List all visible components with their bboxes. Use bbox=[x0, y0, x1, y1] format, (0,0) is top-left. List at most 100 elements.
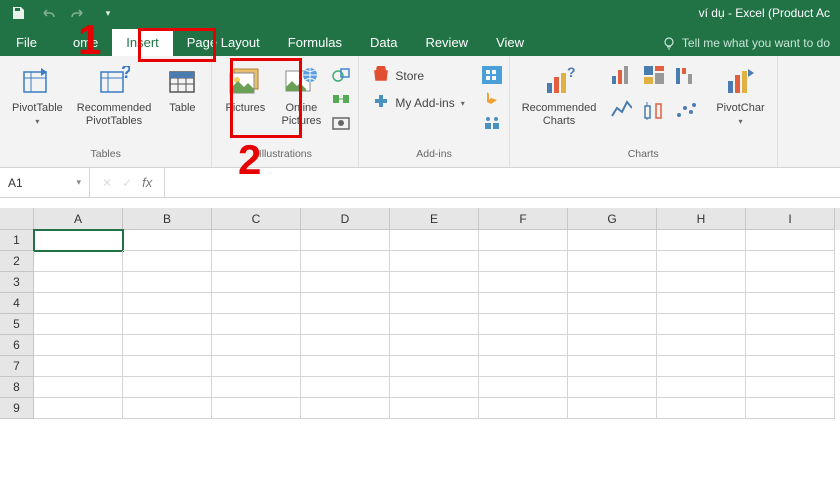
smartart-icon[interactable] bbox=[330, 88, 352, 110]
cell[interactable] bbox=[657, 293, 746, 314]
cell[interactable] bbox=[34, 251, 123, 272]
my-addins-button[interactable]: My Add-ins ▾ bbox=[373, 93, 464, 112]
cell[interactable] bbox=[301, 314, 390, 335]
cell[interactable] bbox=[746, 272, 835, 293]
cell[interactable] bbox=[479, 377, 568, 398]
bing-maps-icon[interactable] bbox=[481, 64, 503, 86]
row-header[interactable]: 2 bbox=[0, 251, 34, 272]
cell[interactable] bbox=[212, 272, 301, 293]
scatter-chart-icon[interactable] bbox=[674, 100, 696, 122]
cell[interactable] bbox=[212, 293, 301, 314]
cell[interactable] bbox=[568, 251, 657, 272]
formula-input[interactable] bbox=[165, 168, 840, 197]
name-box[interactable]: A1 ▾ bbox=[0, 168, 90, 197]
cell[interactable] bbox=[301, 356, 390, 377]
cell[interactable] bbox=[479, 335, 568, 356]
cell[interactable] bbox=[34, 335, 123, 356]
recommended-pivottables-button[interactable]: ? Recommended PivotTables bbox=[71, 60, 158, 132]
save-icon[interactable] bbox=[10, 5, 26, 21]
cell[interactable] bbox=[568, 314, 657, 335]
column-header[interactable]: E bbox=[390, 208, 479, 230]
column-header[interactable]: C bbox=[212, 208, 301, 230]
cell[interactable] bbox=[212, 314, 301, 335]
cell[interactable] bbox=[479, 398, 568, 419]
row-header[interactable]: 9 bbox=[0, 398, 34, 419]
cell[interactable] bbox=[301, 398, 390, 419]
cell[interactable] bbox=[568, 377, 657, 398]
cell[interactable] bbox=[390, 398, 479, 419]
tab-formulas[interactable]: Formulas bbox=[274, 29, 356, 56]
cell[interactable] bbox=[657, 398, 746, 419]
cell[interactable] bbox=[123, 293, 212, 314]
cell[interactable] bbox=[746, 293, 835, 314]
hierarchy-chart-icon[interactable] bbox=[642, 64, 664, 86]
cell[interactable] bbox=[746, 251, 835, 272]
recommended-charts-button[interactable]: ? Recommended Charts bbox=[516, 60, 603, 132]
people-graph-icon[interactable] bbox=[481, 112, 503, 134]
cell[interactable] bbox=[390, 377, 479, 398]
qat-customize-icon[interactable]: ▾ bbox=[100, 5, 116, 21]
cell[interactable] bbox=[301, 377, 390, 398]
cell[interactable] bbox=[568, 293, 657, 314]
cell[interactable] bbox=[568, 356, 657, 377]
column-header[interactable]: H bbox=[657, 208, 746, 230]
cell[interactable] bbox=[212, 335, 301, 356]
tab-data[interactable]: Data bbox=[356, 29, 411, 56]
cell[interactable] bbox=[390, 356, 479, 377]
cell[interactable] bbox=[657, 335, 746, 356]
cell[interactable] bbox=[212, 230, 301, 251]
cell[interactable] bbox=[657, 314, 746, 335]
cell[interactable] bbox=[123, 398, 212, 419]
cell[interactable] bbox=[657, 230, 746, 251]
cell[interactable] bbox=[568, 272, 657, 293]
row-header[interactable]: 6 bbox=[0, 335, 34, 356]
cell[interactable] bbox=[657, 251, 746, 272]
cell[interactable] bbox=[212, 356, 301, 377]
cell[interactable] bbox=[123, 251, 212, 272]
cell[interactable] bbox=[568, 398, 657, 419]
cell[interactable] bbox=[390, 335, 479, 356]
cell[interactable] bbox=[123, 335, 212, 356]
cell[interactable] bbox=[123, 314, 212, 335]
table-button[interactable]: Table bbox=[159, 60, 205, 119]
cell[interactable] bbox=[479, 293, 568, 314]
cell[interactable] bbox=[657, 272, 746, 293]
cell[interactable] bbox=[34, 356, 123, 377]
cell[interactable] bbox=[301, 293, 390, 314]
undo-icon[interactable] bbox=[40, 5, 56, 21]
row-header[interactable]: 1 bbox=[0, 230, 34, 251]
cell[interactable] bbox=[212, 251, 301, 272]
column-header[interactable]: B bbox=[123, 208, 212, 230]
cell[interactable] bbox=[34, 314, 123, 335]
cell[interactable] bbox=[390, 314, 479, 335]
cell[interactable] bbox=[746, 230, 835, 251]
cell[interactable] bbox=[746, 314, 835, 335]
tab-view[interactable]: View bbox=[482, 29, 538, 56]
cell[interactable] bbox=[568, 335, 657, 356]
cell[interactable] bbox=[657, 356, 746, 377]
cell[interactable] bbox=[212, 377, 301, 398]
screenshot-icon[interactable] bbox=[330, 112, 352, 134]
row-header[interactable]: 3 bbox=[0, 272, 34, 293]
column-chart-icon[interactable] bbox=[610, 64, 632, 86]
enter-icon[interactable]: ✓ bbox=[122, 176, 132, 190]
cell[interactable] bbox=[301, 335, 390, 356]
store-button[interactable]: Store bbox=[373, 66, 464, 85]
cell[interactable] bbox=[746, 356, 835, 377]
cell[interactable] bbox=[746, 398, 835, 419]
cell[interactable] bbox=[390, 251, 479, 272]
cell[interactable] bbox=[34, 230, 123, 251]
tab-file[interactable]: File bbox=[0, 29, 53, 56]
column-header[interactable]: F bbox=[479, 208, 568, 230]
cell[interactable] bbox=[479, 251, 568, 272]
pivottable-button[interactable]: PivotTable ▾ bbox=[6, 60, 69, 131]
column-header[interactable]: D bbox=[301, 208, 390, 230]
cell[interactable] bbox=[123, 272, 212, 293]
cell[interactable] bbox=[212, 398, 301, 419]
statistic-chart-icon[interactable] bbox=[642, 100, 664, 122]
cell[interactable] bbox=[34, 398, 123, 419]
cell[interactable] bbox=[34, 293, 123, 314]
column-header[interactable]: G bbox=[568, 208, 657, 230]
cell[interactable] bbox=[123, 356, 212, 377]
shapes-icon[interactable] bbox=[330, 64, 352, 86]
